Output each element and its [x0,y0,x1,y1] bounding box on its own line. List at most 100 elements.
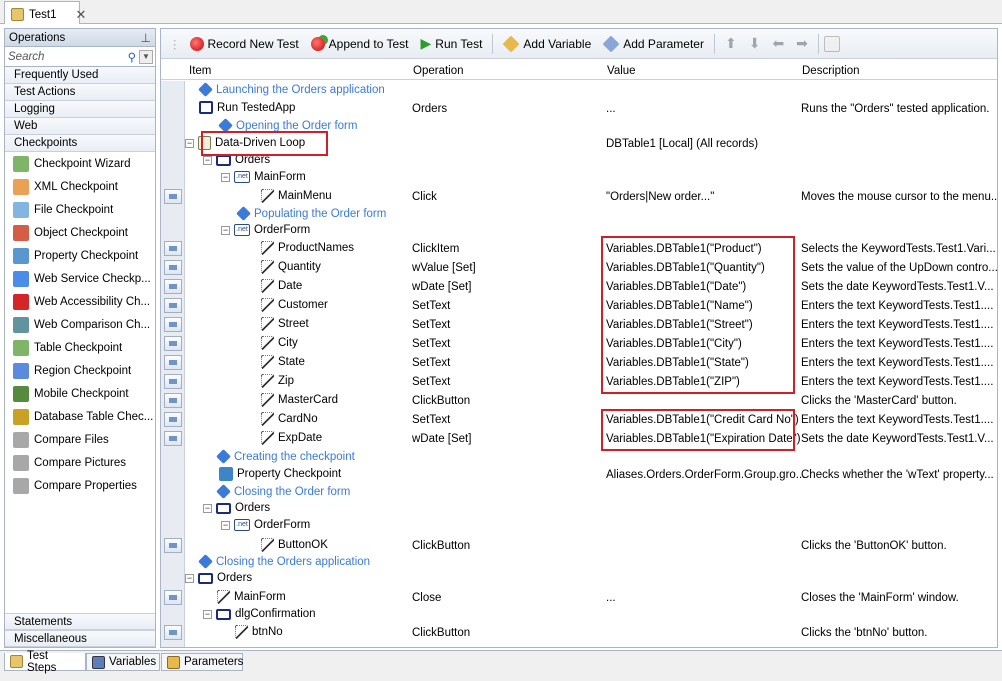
operation-item[interactable]: XML Checkpoint [5,175,155,198]
row-button[interactable] [164,355,182,370]
operation-item[interactable]: Region Checkpoint [5,359,155,382]
row-button[interactable] [164,590,182,605]
table-row[interactable]: State SetText Variables.DBTable1("State") E… [185,354,997,373]
operation-item[interactable]: Web Comparison Ch... [5,313,155,336]
row-button[interactable] [164,336,182,351]
operation-item[interactable]: Compare Pictures [5,451,155,474]
move-right-icon[interactable]: ➡ [791,33,813,54]
collapse-toggle-icon[interactable]: − [221,172,230,182]
category-test-actions[interactable]: Test Actions [5,84,155,101]
collapse-toggle-icon[interactable]: − [221,520,230,530]
collapse-toggle-icon[interactable]: − [203,609,212,619]
column-item[interactable]: Item [189,65,211,77]
close-icon[interactable]: ✕ [76,7,87,23]
value-cell: Variables.DBTable1("Product") [606,243,762,255]
row-button[interactable] [164,189,182,204]
column-description[interactable]: Description [802,65,860,77]
row-button[interactable] [164,241,182,256]
table-row[interactable]: MasterCard ClickButton Clicks the 'MasterC… [185,392,997,411]
column-value[interactable]: Value [607,65,636,77]
process-icon [216,502,231,514]
collapse-toggle-icon[interactable]: − [203,503,212,513]
operation-item[interactable]: Mobile Checkpoint [5,382,155,405]
category-miscellaneous[interactable]: Miscellaneous [5,630,155,647]
category-logging[interactable]: Logging [5,101,155,118]
operation-item[interactable]: Compare Files [5,428,155,451]
table-row[interactable]: − .net OrderForm [185,518,997,537]
table-row[interactable]: btnNo ClickButton Clicks the 'btnNo' butto… [185,624,997,643]
row-button[interactable] [164,538,182,553]
table-row[interactable]: CardNo SetText Variables.DBTable1("Credit … [185,411,997,430]
operation-item[interactable]: Object Checkpoint [5,221,155,244]
table-row[interactable]: − Data-Driven Loop DBTable1 [Local] (All r… [185,135,997,154]
row-button[interactable] [164,260,182,275]
add-variable-button[interactable]: Add Variable [498,34,596,54]
append-to-test-button[interactable]: Append to Test [306,35,414,53]
table-row[interactable]: MainMenu Click "Orders|New order..." Moves … [185,188,997,207]
table-row[interactable]: ProductNames ClickItem Variables.DBTable1(… [185,240,997,259]
move-up-icon[interactable]: ⬆ [720,33,742,54]
row-button[interactable] [164,298,182,313]
row-button[interactable] [164,625,182,640]
tab-test1[interactable]: Test1 ✕ [4,1,86,24]
column-operation[interactable]: Operation [413,65,464,77]
table-row[interactable]: City SetText Variables.DBTable1("City") Ent… [185,335,997,354]
row-button[interactable] [164,317,182,332]
table-row[interactable]: ExpDate wDate [Set] Variables.DBTable1("Ex… [185,430,997,449]
table-row[interactable]: Property Checkpoint Aliases.Orders.OrderF… [185,466,997,485]
add-parameter-button[interactable]: Add Parameter [598,34,709,54]
operation-item[interactable]: Web Accessibility Ch... [5,290,155,313]
operation-item[interactable]: Compare Properties [5,474,155,497]
operation-item[interactable]: Web Service Checkp... [5,267,155,290]
table-row[interactable]: − Orders [185,571,997,590]
comment-icon [218,118,233,133]
table-row[interactable]: MainForm Close... Closes the 'MainForm' wi… [185,589,997,608]
table-row[interactable]: Customer SetText Variables.DBTable1("Name"… [185,297,997,316]
tab-test-steps[interactable]: Test Steps [4,650,86,674]
search-input[interactable]: Search [8,51,128,63]
operation-item[interactable]: Property Checkpoint [5,244,155,267]
move-left-icon[interactable]: ⬅ [767,33,789,54]
collapse-toggle-icon[interactable]: − [185,138,194,148]
comment-row[interactable]: Launching the Orders application [185,82,997,101]
record-new-test-button[interactable]: Record New Test [185,35,304,53]
operation-label: Object Checkpoint [34,226,128,239]
collapse-toggle-icon[interactable]: − [203,155,212,165]
chevron-down-icon[interactable]: ▼ [139,49,153,64]
category-checkpoints[interactable]: Checkpoints [5,135,155,152]
play-icon: ▶ [420,35,432,51]
operation-item[interactable]: Database Table Chec... [5,405,155,428]
table-row[interactable]: Zip SetText Variables.DBTable1("ZIP") Enter… [185,373,997,392]
tab-variables[interactable]: Variables [86,653,160,671]
operation-item[interactable]: Table Checkpoint [5,336,155,359]
run-test-button[interactable]: ▶ Run Test [416,33,488,54]
search-icon[interactable]: ⚲ [128,50,136,64]
item-cell: Populating the Order form [236,206,386,221]
table-row[interactable]: Date wDate [Set] Variables.DBTable1("Date"… [185,278,997,297]
row-button[interactable] [164,279,182,294]
operation-item[interactable]: File Checkpoint [5,198,155,221]
item-cell: Property Checkpoint [219,467,341,481]
operation-item[interactable]: Checkpoint Wizard [5,152,155,175]
row-button[interactable] [164,393,182,408]
pin-icon[interactable]: ⊥ [141,31,151,45]
operation-cell: ClickButton [412,540,471,552]
table-row[interactable]: Street SetText Variables.DBTable1("Street"… [185,316,997,335]
collapse-toggle-icon[interactable]: − [185,573,194,583]
collapse-toggle-icon[interactable]: − [221,225,230,235]
move-down-icon[interactable]: ⬇ [744,33,766,54]
loop-icon [198,136,211,150]
properties-icon[interactable] [823,35,840,52]
category-frequently-used[interactable]: Frequently Used [5,67,155,84]
table-row[interactable]: Quantity wValue [Set] Variables.DBTable1("… [185,259,997,278]
item-label: Orders [235,502,271,514]
item-cell: MainMenu [261,189,332,203]
row-button[interactable] [164,374,182,389]
row-button[interactable] [164,412,182,427]
row-button[interactable] [164,431,182,446]
table-row[interactable]: Run TestedApp Orders... Runs the "Orders" … [185,100,997,119]
table-row[interactable]: − .net MainForm [185,170,997,189]
tab-parameters[interactable]: Parameters [161,653,243,671]
category-web[interactable]: Web [5,118,155,135]
category-statements[interactable]: Statements [5,613,155,630]
